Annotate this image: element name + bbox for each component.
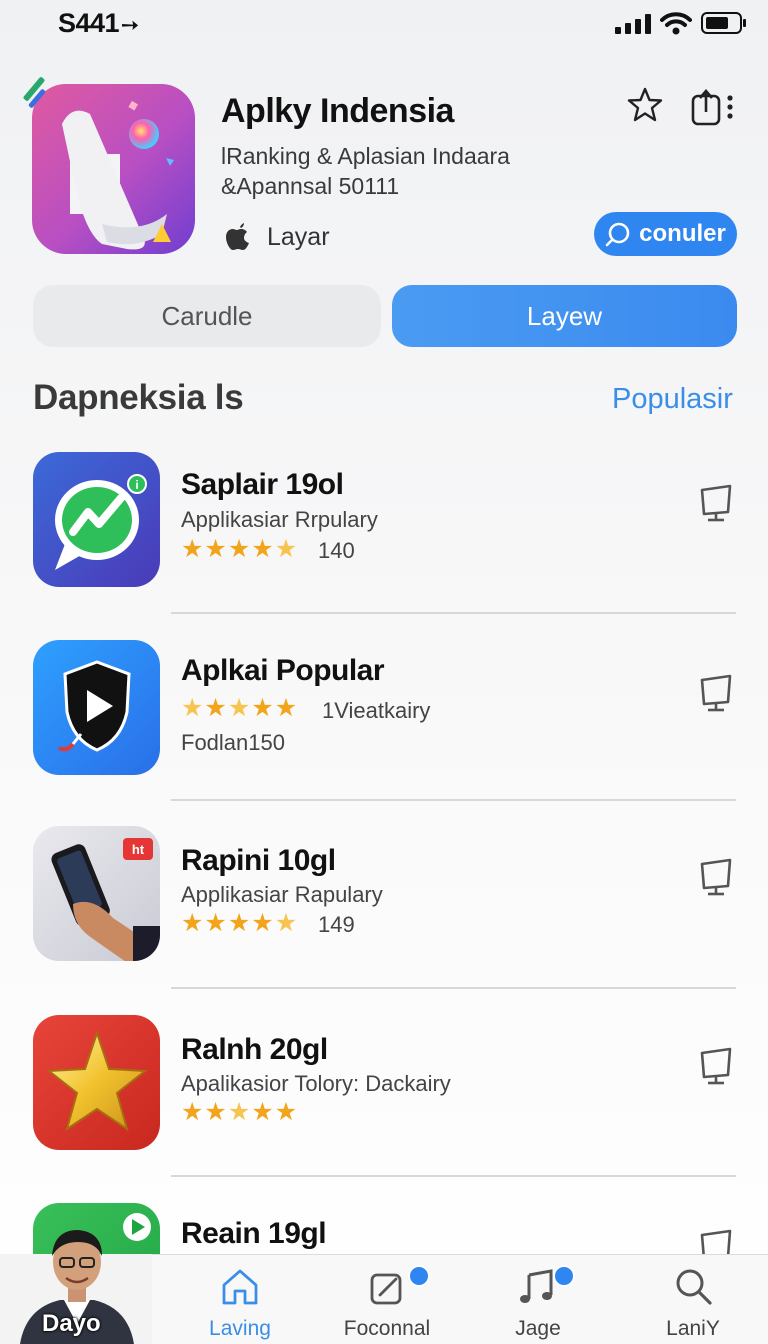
status-time: S441➚ [58,8,146,40]
svg-text:i: i [135,478,138,492]
tab-foconnal[interactable]: Foconnal [312,1255,462,1344]
tab-label: Jage [515,1317,561,1340]
divider [171,987,736,989]
tab-jage[interactable]: Jage [463,1255,613,1344]
app-icon-4 [33,1015,160,1150]
star-icon: ★ [251,535,274,563]
app-title: Aplkai Popular [181,654,385,687]
star-icon: ★ [227,1098,251,1126]
notification-badge [408,1265,430,1287]
tab-laniy[interactable]: LaniY [618,1255,768,1344]
search-icon [676,1269,712,1305]
wifi-icon [660,12,692,35]
half-star-icon: ★ [274,909,298,937]
app-title: Reain 19gl [181,1217,327,1250]
tab-label: Foconnal [343,1317,431,1340]
star-rating: ★ ★ ★ ★ ★ [181,911,298,936]
segment-layew[interactable]: Layew [392,285,737,347]
star-rating: ★ ★ ★ ★ ★ [181,696,298,721]
tab-label: Laving [209,1317,271,1340]
developer-row[interactable]: Layar [221,220,330,254]
chat-search-icon [605,222,630,247]
star-icon: ★ [204,909,227,937]
app-subtitle: Fodlan150 [181,730,285,755]
star-icon: ★ [251,694,274,722]
star-icon: ★ [181,909,204,937]
app-category: 1Vieatkairy [322,698,431,723]
app-subtitle-2: &Apannsal 50111 [221,173,400,199]
profile-label: Dayo [42,1310,101,1337]
star-icon: ★ [251,1098,274,1126]
conuler-button[interactable]: conuler [594,212,737,256]
app-title: Aplky Indensia [221,92,454,130]
star-rating: ★ ★ ★ ★ ★ [181,1100,298,1125]
app-category: Applikasiar Rapulary [181,882,383,907]
app-icon-2 [33,640,160,775]
list-item[interactable]: Ralnh 20gl Apalikasior Tolory: Dackairy … [0,1015,768,1175]
cellular-signal-icon [615,14,651,34]
app-category: Apalikasior Tolory: Dackairy [181,1071,451,1096]
list-item[interactable]: ht Rapini 10gl Applikasiar Rapulary ★ ★ ★ ★… [0,826,768,986]
device-icon[interactable] [698,1047,734,1085]
featured-app-icon[interactable] [32,84,195,254]
star-rating: ★ ★ ★ ★ ★ [181,537,298,562]
battery-icon [701,12,746,34]
tab-laving[interactable]: Laving [165,1255,315,1344]
app-title: Rapini 10gl [181,844,336,877]
app-badge: ht [132,842,145,857]
edit-icon [370,1273,402,1305]
share-icon[interactable] [690,88,736,126]
app-icon-1: i [33,452,160,587]
app-subtitle: lRanking & Aplasian Indaara [221,143,510,169]
apple-logo-icon [226,223,249,250]
location-arrow-icon: ➚ [115,9,146,40]
shoe-art-icon [62,100,174,250]
star-icon: ★ [181,535,204,563]
shield-play-icon [58,660,131,752]
star-icon: ★ [274,1098,298,1126]
phone-in-hand-icon: ht [51,838,160,961]
star-icon: ★ [181,1098,204,1126]
star-icon: ★ [227,909,251,937]
divider [171,799,736,801]
device-icon[interactable] [698,1229,734,1255]
segment-carudle[interactable]: Carudle [33,285,381,347]
star-icon: ★ [204,694,227,722]
section-title: Dapneksia ls [33,378,244,417]
favorite-star-icon[interactable] [626,86,664,124]
notification-badge [553,1265,575,1287]
half-star-icon: ★ [227,694,251,722]
device-icon[interactable] [698,484,734,522]
divider [171,1175,736,1177]
app-title: Saplair 19ol [181,468,344,501]
star-icon: ★ [204,1098,227,1126]
app-category: Applikasiar Rrpulary [181,507,378,532]
conuler-button-label: conuler [639,220,726,247]
star-icon: ★ [274,694,298,722]
gold-star-icon [46,1029,148,1132]
device-icon[interactable] [698,858,734,896]
app-icon-3: ht [33,826,160,961]
star-icon: ★ [251,909,274,937]
half-star-icon: ★ [274,535,298,563]
section-see-all-link[interactable]: Populasir [612,383,733,416]
list-item[interactable]: i Saplair 19ol Applikasiar Rrpulary ★ ★ ★ ★… [0,452,768,612]
half-star-icon: ★ [181,694,204,722]
clock-text: S441 [58,8,120,38]
divider [171,612,736,614]
home-icon [222,1269,258,1305]
device-icon[interactable] [698,674,734,712]
list-item[interactable]: Aplkai Popular ★ ★ ★ ★ ★ 1Vieatkairy Fodlan1… [0,640,768,800]
app-title: Ralnh 20gl [181,1033,328,1066]
developer-name: Layar [267,222,330,251]
star-icon: ★ [204,535,227,563]
star-icon: ★ [227,535,251,563]
chat-chart-icon: i [55,474,147,570]
rating-count: 140 [318,538,355,563]
tab-label: LaniY [666,1317,720,1340]
rating-count: 149 [318,912,355,937]
status-bar: S441➚ [0,0,768,52]
